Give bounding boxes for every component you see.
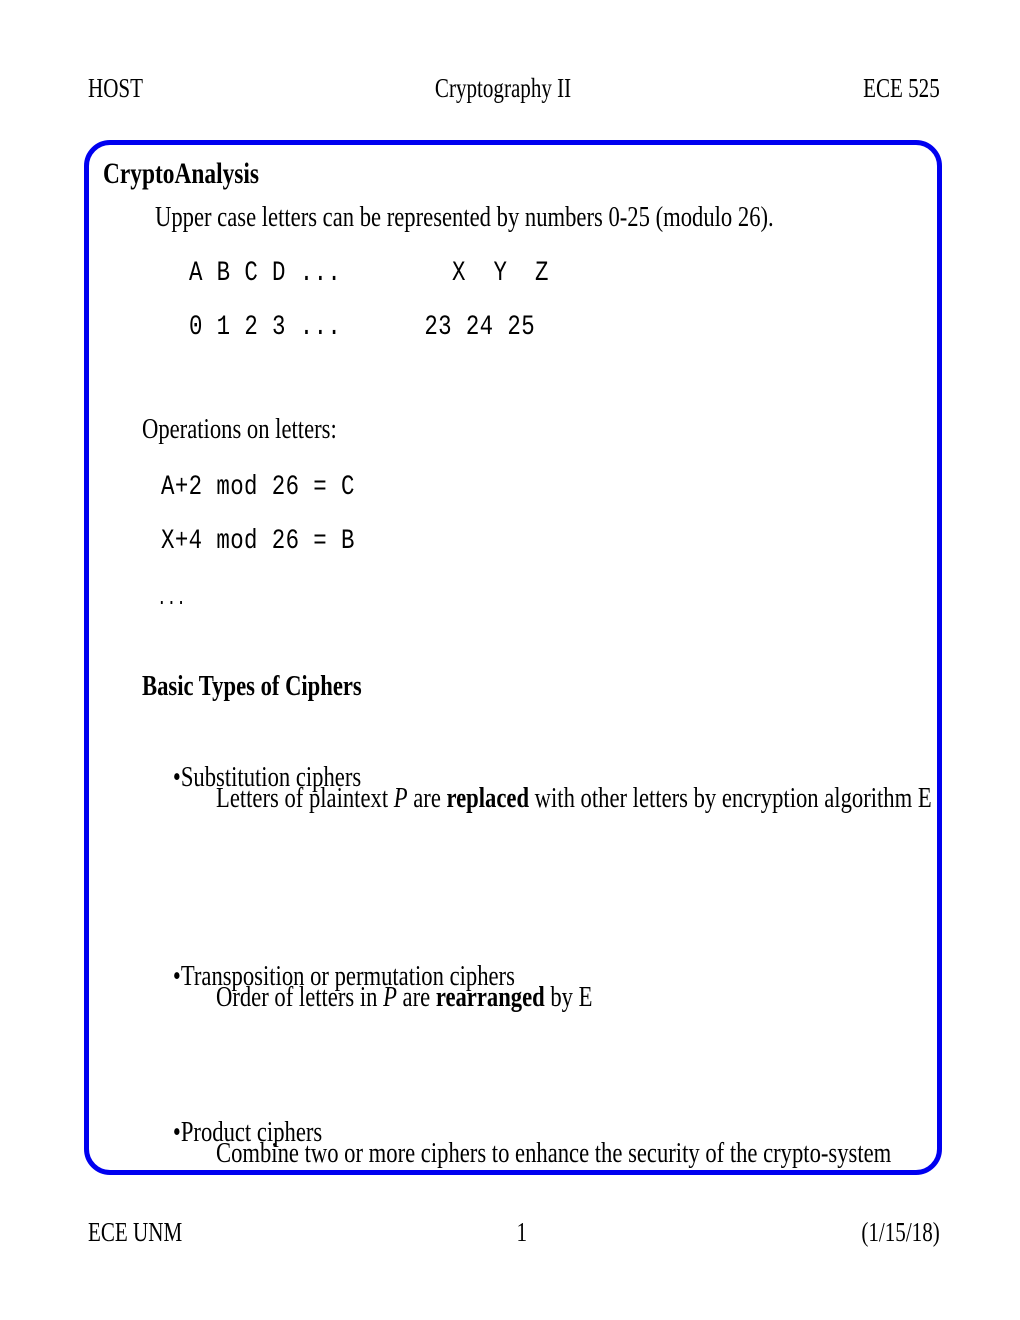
detail-emphasis: replaced: [446, 782, 530, 814]
slide-body-box: CryptoAnalysis Upper case letters can be…: [84, 140, 942, 1175]
detail-plaintext-symbol: P: [393, 782, 408, 814]
detail-plaintext-symbol: P: [383, 981, 397, 1013]
alphabet-numbers-row: 0 1 2 3 ... 23 24 25: [189, 312, 536, 343]
header-course-number: ECE 525: [863, 73, 940, 103]
detail-pre: Order of letters in: [216, 981, 384, 1013]
footer-page-number: 1: [516, 1217, 528, 1247]
detail-mid: are: [407, 782, 447, 814]
detail-post: with other letters by encryption algorit…: [529, 782, 932, 814]
cipher-detail-substitution: Letters of plaintext P are replaced with…: [216, 782, 932, 815]
slide-header: HOST Cryptography II ECE 525: [88, 72, 940, 112]
operation-line-1: A+2 mod 26 = C: [161, 472, 355, 503]
header-course-code: HOST: [88, 73, 144, 103]
operations-heading: Operations on letters:: [142, 413, 337, 445]
operations-ellipsis: ...: [157, 588, 186, 611]
ciphers-heading: Basic Types of Ciphers: [142, 670, 362, 702]
slide-title: CryptoAnalysis: [103, 157, 260, 190]
slide-content: CryptoAnalysis Upper case letters can be…: [89, 145, 937, 1170]
bullet-icon: •: [172, 960, 181, 992]
intro-text: Upper case letters can be represented by…: [155, 201, 774, 233]
detail-mid: are: [396, 981, 436, 1013]
header-title: Cryptography II: [434, 73, 572, 103]
footer-institution: ECE UNM: [88, 1217, 183, 1247]
bullet-icon: •: [172, 1116, 181, 1148]
cipher-detail-product: Combine two or more ciphers to enhance t…: [216, 1137, 891, 1170]
detail-pre: Combine two or more ciphers to enhance t…: [216, 1137, 892, 1169]
cipher-detail-transposition: Order of letters in P are rearranged by …: [216, 981, 592, 1014]
detail-post: by E: [544, 981, 593, 1013]
detail-emphasis: rearranged: [435, 981, 545, 1013]
footer-date: (1/15/18): [861, 1217, 940, 1247]
alphabet-letters-row: A B C D ... X Y Z: [189, 258, 549, 289]
detail-pre: Letters of plaintext: [216, 782, 394, 814]
slide-footer: ECE UNM 1 (1/15/18): [88, 1216, 940, 1256]
bullet-icon: •: [172, 761, 181, 793]
operation-line-2: X+4 mod 26 = B: [161, 526, 355, 557]
